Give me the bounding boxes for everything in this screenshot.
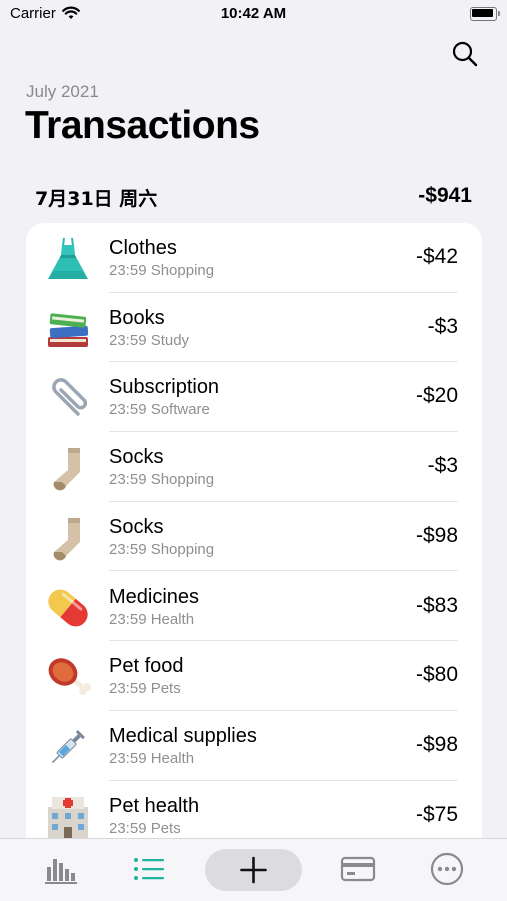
tab-statistics[interactable] — [40, 849, 80, 889]
bar-chart-icon — [45, 859, 77, 884]
clock-label: 10:42 AM — [220, 5, 287, 22]
page-title: Transactions — [25, 104, 260, 147]
transaction-subtitle: 23:59 Shopping — [109, 540, 215, 558]
transaction-name: Socks — [109, 515, 164, 538]
tab-accounts[interactable] — [338, 849, 378, 889]
transaction-amount: -$98 — [415, 523, 458, 547]
transaction-row[interactable]: Socks 23:59 Shopping -$98 — [26, 502, 482, 572]
dress-icon — [48, 237, 88, 279]
transaction-name: Pet food — [109, 655, 184, 678]
hospital-icon — [48, 796, 88, 839]
transaction-subtitle: 23:59 Software — [109, 401, 210, 419]
syringe-icon — [51, 729, 85, 763]
transaction-amount: -$83 — [415, 593, 458, 617]
transaction-subtitle: 23:59 Pets — [109, 819, 181, 837]
search-icon — [452, 41, 478, 67]
transaction-name: Subscription — [109, 376, 220, 399]
transaction-row[interactable]: Medicines 23:59 Health -$83 — [26, 572, 482, 642]
transaction-subtitle: 23:59 Pets — [109, 680, 181, 698]
transaction-amount: -$75 — [415, 802, 458, 826]
socks-icon — [53, 448, 80, 491]
transaction-amount: -$80 — [415, 663, 458, 687]
more-icon — [430, 852, 464, 886]
battery-icon — [470, 7, 500, 21]
transaction-name: Socks — [109, 446, 164, 469]
transaction-subtitle: 23:59 Health — [109, 749, 195, 767]
list-icon — [134, 858, 164, 880]
search-button[interactable] — [451, 40, 479, 68]
tab-more[interactable] — [427, 849, 467, 889]
month-subtitle: July 2021 — [26, 82, 99, 101]
status-bar: Carrier 10:42 AM — [0, 0, 507, 30]
credit-card-icon — [340, 856, 376, 882]
transaction-subtitle: 23:59 Shopping — [109, 471, 215, 489]
transaction-list: Clothes 23:59 Shopping -$42 Books 23:59 … — [26, 223, 482, 863]
plus-icon — [240, 856, 267, 884]
transaction-row[interactable]: Books 23:59 Study -$3 — [26, 293, 482, 363]
transaction-row[interactable]: Subscription 23:59 Software -$20 — [26, 362, 482, 433]
books-icon — [48, 313, 89, 347]
transaction-name: Medical supplies — [109, 724, 257, 747]
day-date: 7月31日 周六 — [35, 188, 158, 210]
transaction-amount: -$20 — [415, 384, 458, 408]
paperclip-icon — [52, 378, 88, 417]
transaction-subtitle: 23:59 Study — [109, 331, 190, 349]
socks-icon — [53, 517, 80, 561]
transaction-row[interactable]: Pet food 23:59 Pets -$80 — [26, 641, 482, 711]
transaction-row[interactable]: Socks 23:59 Shopping -$3 — [26, 432, 482, 502]
tab-bar — [0, 838, 507, 901]
tab-transactions[interactable] — [128, 849, 168, 889]
transaction-amount: -$3 — [427, 314, 458, 338]
transaction-name: Medicines — [109, 585, 200, 608]
transaction-subtitle: 23:59 Shopping — [109, 262, 215, 279]
transaction-row[interactable]: Clothes 23:59 Shopping -$42 — [26, 223, 482, 293]
transaction-subtitle: 23:59 Health — [109, 610, 195, 628]
transaction-name: Clothes — [109, 237, 177, 259]
transaction-amount: -$42 — [415, 245, 458, 268]
add-transaction-button[interactable] — [205, 849, 302, 891]
transaction-amount: -$98 — [415, 732, 458, 756]
day-total: -$941 — [418, 184, 472, 207]
transaction-name: Pet health — [109, 794, 200, 817]
transaction-amount: -$3 — [427, 454, 458, 478]
day-header: 7月31日 周六 -$941 — [35, 184, 472, 210]
transaction-name: Books — [109, 306, 165, 329]
pill-icon — [48, 589, 88, 626]
transaction-row[interactable]: Medical supplies 23:59 Health -$98 — [26, 711, 482, 781]
meat-on-bone-icon — [48, 658, 91, 696]
